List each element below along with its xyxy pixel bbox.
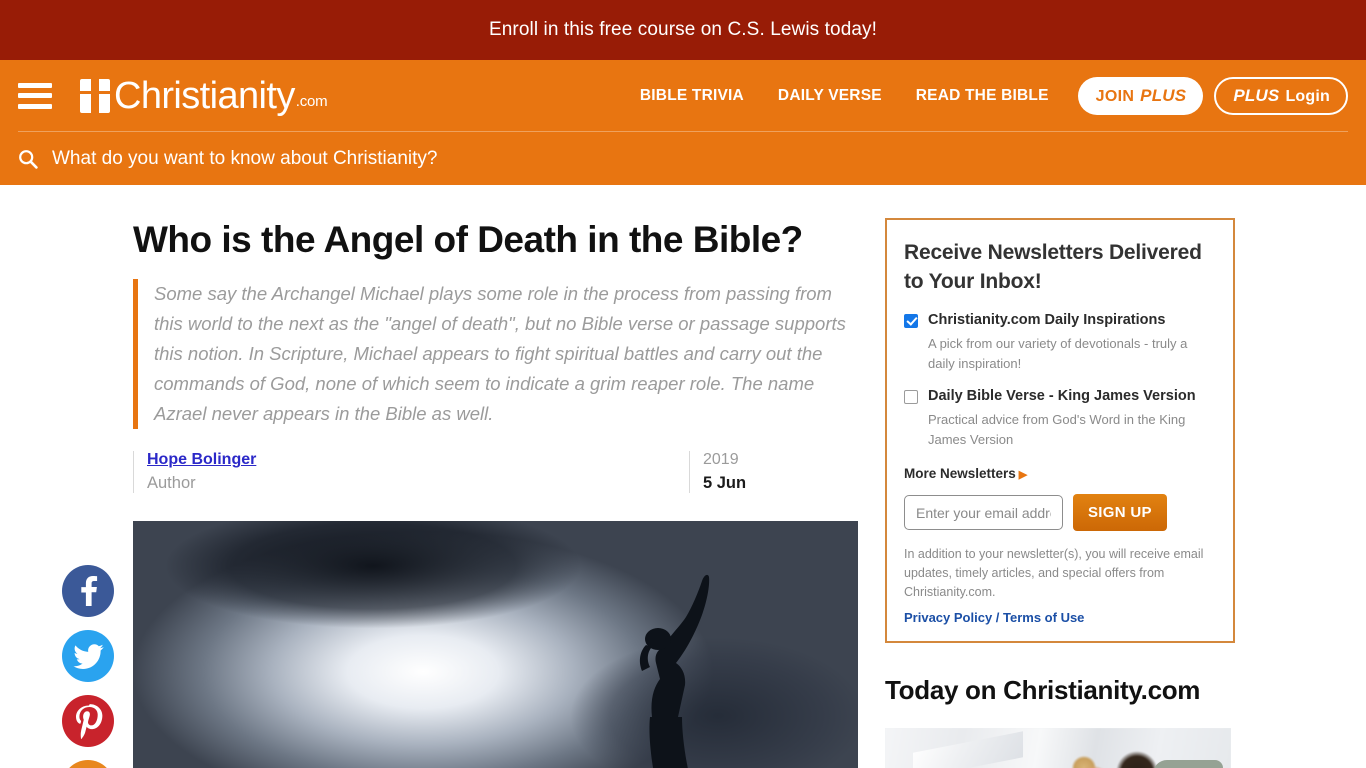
publish-day: 5 Jun: [703, 474, 747, 493]
nav-item-daily-verse[interactable]: DAILY VERSE: [761, 87, 899, 105]
promo-banner-text: Enroll in this free course on C.S. Lewis…: [488, 19, 878, 40]
more-newsletters-label: More Newsletters: [904, 466, 1016, 482]
newsletter-title: Receive Newsletters Delivered to Your In…: [904, 241, 1202, 293]
sidebar-column: Receive Newsletters Delivered to Your In…: [885, 185, 1235, 768]
promo-banner[interactable]: Enroll in this free course on C.S. Lewis…: [0, 0, 1366, 60]
newsletter-form: SIGN UP: [904, 494, 1216, 532]
hamburger-bar: [18, 82, 52, 88]
angel-statue-silhouette: [590, 567, 720, 768]
article-lede: Some say the Archangel Michael plays som…: [133, 278, 858, 430]
today-section-title: Today on Christianity.com: [885, 675, 1201, 706]
header-search-row: [0, 132, 1366, 185]
article-title: Who is the Angel of Death in the Bible?: [133, 219, 803, 260]
hamburger-bar: [18, 93, 52, 98]
byline-author-block: Hope Bolinger Author: [133, 451, 689, 494]
article-byline: Hope Bolinger Author 2019 5 Jun: [133, 451, 858, 503]
newsletter-option-title: Daily Bible Verse - King James Version: [928, 388, 1196, 405]
newsletter-option-desc: A pick from our variety of devotionals -…: [928, 335, 1188, 371]
email-input[interactable]: [904, 495, 1063, 531]
join-plus-label: JOIN: [1095, 87, 1135, 105]
today-photo-shirt: [1153, 760, 1223, 768]
today-featured-image[interactable]: [885, 728, 1231, 768]
pinterest-share-icon[interactable]: [62, 695, 114, 747]
newsletter-checkbox-daily-inspirations[interactable]: [904, 313, 918, 328]
newsletter-option[interactable]: Christianity.com Daily Inspirations A pi…: [904, 311, 1216, 374]
article-column: Who is the Angel of Death in the Bible? …: [133, 185, 858, 768]
header-nav: BIBLE TRIVIA DAILY VERSE READ THE BIBLE …: [623, 76, 1348, 115]
nav-item-bible-trivia[interactable]: BIBLE TRIVIA: [623, 87, 761, 105]
cross-icon: [80, 78, 110, 113]
join-plus-button[interactable]: JOIN PLUS: [1077, 76, 1204, 115]
facebook-share-icon[interactable]: [62, 565, 114, 617]
article-hero-image: [133, 521, 858, 768]
hamburger-menu-icon[interactable]: [18, 82, 52, 109]
byline-date-block: 2019 5 Jun: [689, 451, 747, 494]
newsletter-fineprint: In addition to your newsletter(s), you w…: [904, 547, 1204, 599]
page-body: Who is the Angel of Death in the Bible? …: [0, 185, 1366, 768]
sign-up-button[interactable]: SIGN UP: [1073, 494, 1167, 532]
header-main-row: Christianity .com BIBLE TRIVIA DAILY VER…: [0, 60, 1366, 131]
plus-login-badge: PLUS: [1233, 85, 1280, 105]
search-input[interactable]: [52, 147, 652, 170]
hamburger-bar: [18, 103, 52, 109]
email-share-icon[interactable]: [62, 760, 114, 768]
author-link[interactable]: Hope Bolinger: [147, 451, 256, 469]
newsletter-option[interactable]: Daily Bible Verse - King James Version P…: [904, 387, 1216, 450]
site-header: Christianity .com BIBLE TRIVIA DAILY VER…: [0, 60, 1366, 185]
more-newsletters-link[interactable]: More Newsletters ▶: [904, 466, 1216, 481]
newsletter-legal-links: Privacy Policy / Terms of Use: [904, 610, 1216, 625]
logo-wordmark: Christianity: [114, 74, 295, 117]
join-plus-badge: PLUS: [1140, 85, 1187, 105]
plus-login-button[interactable]: PLUS Login: [1214, 76, 1348, 115]
newsletter-signup-box: Receive Newsletters Delivered to Your In…: [885, 218, 1235, 644]
twitter-share-icon[interactable]: [62, 630, 114, 682]
site-logo[interactable]: Christianity .com: [80, 74, 328, 117]
links-separator: /: [992, 610, 1004, 626]
newsletter-option-desc: Practical advice from God's Word in the …: [928, 411, 1186, 448]
newsletter-checkbox-daily-bible-verse-kjv[interactable]: [904, 390, 918, 405]
search-icon[interactable]: [18, 149, 38, 169]
logo-tld: .com: [295, 92, 328, 110]
terms-of-use-link[interactable]: Terms of Use: [1003, 610, 1084, 625]
social-share-rail: [62, 565, 114, 768]
publish-year: 2019: [703, 451, 739, 469]
nav-item-read-the-bible[interactable]: READ THE BIBLE: [899, 87, 1066, 105]
plus-login-label: Login: [1285, 87, 1330, 105]
caret-right-icon: ▶: [1018, 469, 1028, 482]
author-role: Author: [147, 474, 196, 493]
newsletter-option-title: Christianity.com Daily Inspirations: [928, 311, 1166, 328]
privacy-policy-link[interactable]: Privacy Policy: [904, 610, 992, 625]
